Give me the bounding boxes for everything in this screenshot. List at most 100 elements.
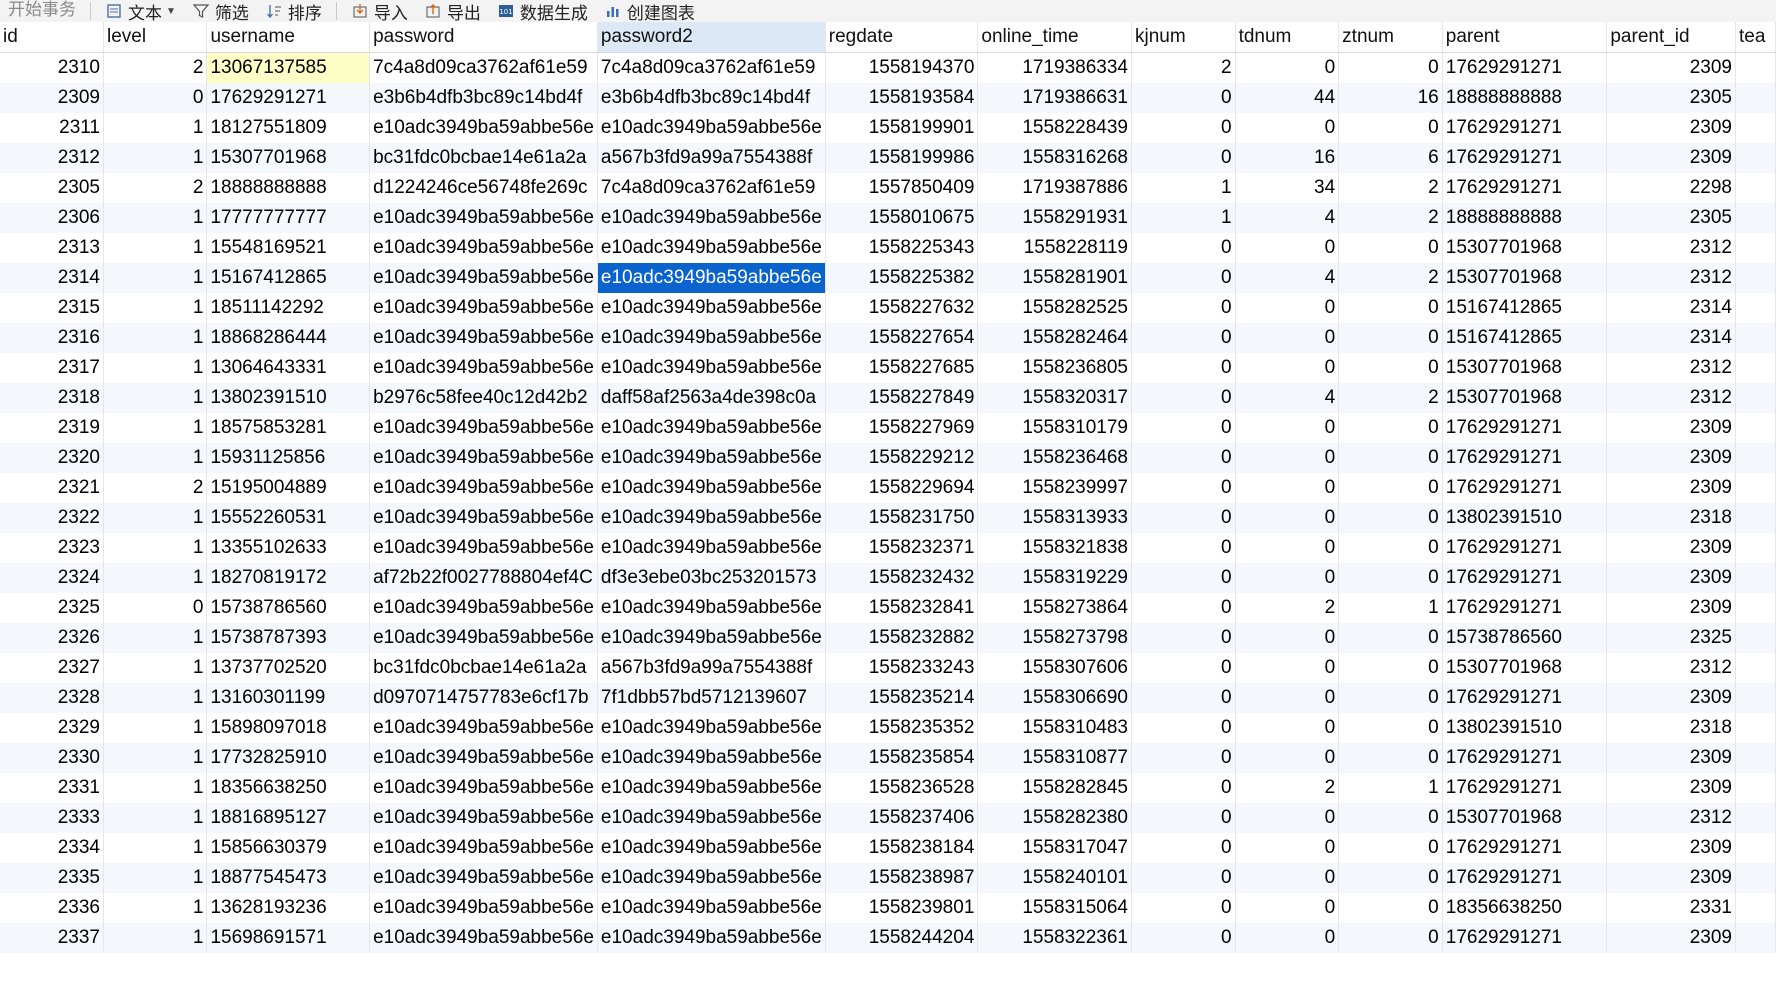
cell-level[interactable]: 1 bbox=[103, 713, 208, 743]
cell-kjnum[interactable]: 0 bbox=[1131, 653, 1236, 683]
column-header-parent_id[interactable]: parent_id bbox=[1606, 22, 1736, 53]
cell-ztnum[interactable]: 16 bbox=[1338, 83, 1443, 113]
table-row[interactable]: 2313 1 15548169521 e10adc3949ba59abbe56e e10… bbox=[0, 233, 1776, 263]
cell-tdnum[interactable]: 44 bbox=[1235, 83, 1340, 113]
column-header-username[interactable]: username bbox=[206, 22, 371, 53]
cell-username[interactable]: 17777777777 bbox=[206, 203, 371, 233]
filter-button[interactable]: 筛选 bbox=[184, 0, 257, 22]
cell-level[interactable]: 1 bbox=[103, 413, 208, 443]
cell-id[interactable]: 2309 bbox=[0, 83, 104, 113]
cell-id[interactable]: 2305 bbox=[0, 173, 104, 203]
cell-online_time[interactable]: 1558282464 bbox=[977, 323, 1132, 353]
cell-id[interactable]: 2328 bbox=[0, 683, 104, 713]
cell-tea[interactable] bbox=[1735, 833, 1776, 863]
cell-online_time[interactable]: 1558321838 bbox=[977, 533, 1132, 563]
cell-parent_id[interactable]: 2309 bbox=[1606, 683, 1736, 713]
column-header-kjnum[interactable]: kjnum bbox=[1131, 22, 1236, 53]
cell-tdnum[interactable]: 16 bbox=[1235, 143, 1340, 173]
cell-regdate[interactable]: 1558225343 bbox=[825, 233, 979, 263]
cell-password[interactable]: e10adc3949ba59abbe56e bbox=[369, 263, 598, 293]
cell-tdnum[interactable]: 2 bbox=[1235, 593, 1340, 623]
create-chart-button[interactable]: 创建图表 bbox=[596, 0, 703, 22]
cell-id[interactable]: 2337 bbox=[0, 923, 104, 953]
cell-level[interactable]: 1 bbox=[103, 323, 208, 353]
column-header-level[interactable]: level bbox=[103, 22, 208, 53]
cell-password2[interactable]: daff58af2563a4de398c0a bbox=[597, 383, 826, 413]
cell-ztnum[interactable]: 0 bbox=[1338, 893, 1443, 923]
cell-kjnum[interactable]: 0 bbox=[1131, 353, 1236, 383]
table-row[interactable]: 2320 1 15931125856 e10adc3949ba59abbe56e e10… bbox=[0, 443, 1776, 473]
cell-regdate[interactable]: 1558199986 bbox=[825, 143, 979, 173]
cell-password2[interactable]: e10adc3949ba59abbe56e bbox=[597, 593, 826, 623]
cell-ztnum[interactable]: 0 bbox=[1338, 683, 1443, 713]
cell-id[interactable]: 2318 bbox=[0, 383, 104, 413]
cell-tea[interactable] bbox=[1735, 473, 1776, 503]
cell-kjnum[interactable]: 0 bbox=[1131, 143, 1236, 173]
cell-password2[interactable]: e10adc3949ba59abbe56e bbox=[597, 473, 826, 503]
cell-kjnum[interactable]: 0 bbox=[1131, 743, 1236, 773]
cell-parent_id[interactable]: 2309 bbox=[1606, 773, 1736, 803]
cell-tdnum[interactable]: 0 bbox=[1235, 113, 1340, 143]
cell-level[interactable]: 1 bbox=[103, 653, 208, 683]
cell-ztnum[interactable]: 0 bbox=[1338, 323, 1443, 353]
cell-parent[interactable]: 17629291271 bbox=[1442, 52, 1608, 83]
cell-parent_id[interactable]: 2312 bbox=[1606, 653, 1736, 683]
cell-parent_id[interactable]: 2312 bbox=[1606, 263, 1736, 293]
cell-kjnum[interactable]: 0 bbox=[1131, 233, 1236, 263]
cell-ztnum[interactable]: 0 bbox=[1338, 833, 1443, 863]
cell-ztnum[interactable]: 0 bbox=[1338, 623, 1443, 653]
cell-online_time[interactable]: 1558282380 bbox=[977, 803, 1132, 833]
cell-ztnum[interactable]: 0 bbox=[1338, 113, 1443, 143]
cell-ztnum[interactable]: 2 bbox=[1338, 263, 1443, 293]
cell-parent[interactable]: 17629291271 bbox=[1442, 413, 1608, 443]
cell-username[interactable]: 15548169521 bbox=[206, 233, 371, 263]
cell-online_time[interactable]: 1558307606 bbox=[977, 653, 1132, 683]
cell-parent_id[interactable]: 2318 bbox=[1606, 503, 1736, 533]
cell-username[interactable]: 13355102633 bbox=[206, 533, 371, 563]
cell-id[interactable]: 2314 bbox=[0, 263, 104, 293]
cell-password[interactable]: e10adc3949ba59abbe56e bbox=[369, 593, 598, 623]
table-row[interactable]: 2310 2 13067137585 7c4a8d09ca3762af61e59 7c4… bbox=[0, 52, 1776, 83]
cell-tdnum[interactable]: 4 bbox=[1235, 263, 1340, 293]
cell-username[interactable]: 18816895127 bbox=[206, 803, 371, 833]
cell-password[interactable]: e10adc3949ba59abbe56e bbox=[369, 863, 598, 893]
cell-parent[interactable]: 17629291271 bbox=[1442, 593, 1608, 623]
cell-kjnum[interactable]: 0 bbox=[1131, 533, 1236, 563]
cell-parent_id[interactable]: 2312 bbox=[1606, 233, 1736, 263]
cell-level[interactable]: 1 bbox=[103, 773, 208, 803]
data-generation-button[interactable]: 101 数据生成 bbox=[489, 0, 596, 22]
cell-parent_id[interactable]: 2309 bbox=[1606, 113, 1736, 143]
cell-password2[interactable]: 7f1dbb57bd5712139607 bbox=[597, 683, 826, 713]
cell-tea[interactable] bbox=[1735, 233, 1776, 263]
cell-parent_id[interactable]: 2312 bbox=[1606, 353, 1736, 383]
cell-username[interactable]: 15698691571 bbox=[206, 923, 371, 953]
cell-ztnum[interactable]: 0 bbox=[1338, 443, 1443, 473]
cell-id[interactable]: 2319 bbox=[0, 413, 104, 443]
cell-tea[interactable] bbox=[1735, 533, 1776, 563]
cell-password2[interactable]: a567b3fd9a99a7554388f bbox=[597, 143, 826, 173]
cell-regdate[interactable]: 1558227632 bbox=[825, 293, 979, 323]
cell-regdate[interactable]: 1558238184 bbox=[825, 833, 979, 863]
table-row[interactable]: 2328 1 13160301199 d0970714757783e6cf17b 7f1… bbox=[0, 683, 1776, 713]
cell-password[interactable]: b2976c58fee40c12d42b2 bbox=[369, 383, 598, 413]
cell-tdnum[interactable]: 0 bbox=[1235, 803, 1340, 833]
table-row[interactable]: 2315 1 18511142292 e10adc3949ba59abbe56e e10… bbox=[0, 293, 1776, 323]
cell-online_time[interactable]: 1558282525 bbox=[977, 293, 1132, 323]
cell-tdnum[interactable]: 0 bbox=[1235, 743, 1340, 773]
cell-parent_id[interactable]: 2325 bbox=[1606, 623, 1736, 653]
table-row[interactable]: 2305 2 18888888888 d1224246ce56748fe269c 7c4… bbox=[0, 173, 1776, 203]
cell-password2[interactable]: e10adc3949ba59abbe56e bbox=[597, 623, 826, 653]
cell-level[interactable]: 1 bbox=[103, 143, 208, 173]
cell-tea[interactable] bbox=[1735, 863, 1776, 893]
cell-id[interactable]: 2327 bbox=[0, 653, 104, 683]
cell-tea[interactable] bbox=[1735, 683, 1776, 713]
cell-parent_id[interactable]: 2305 bbox=[1606, 203, 1736, 233]
cell-kjnum[interactable]: 0 bbox=[1131, 773, 1236, 803]
cell-parent[interactable]: 15167412865 bbox=[1442, 293, 1608, 323]
cell-password[interactable]: e10adc3949ba59abbe56e bbox=[369, 743, 598, 773]
cell-id[interactable]: 2330 bbox=[0, 743, 104, 773]
cell-tdnum[interactable]: 2 bbox=[1235, 773, 1340, 803]
cell-parent[interactable]: 17629291271 bbox=[1442, 443, 1608, 473]
cell-level[interactable]: 0 bbox=[103, 83, 208, 113]
cell-tdnum[interactable]: 0 bbox=[1235, 683, 1340, 713]
